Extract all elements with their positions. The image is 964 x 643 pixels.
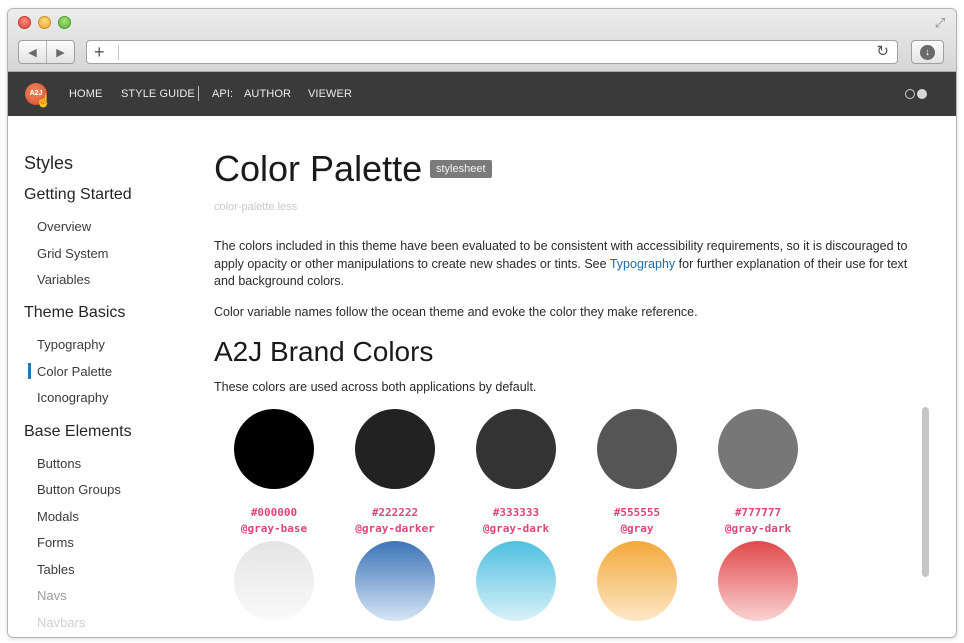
sidebar-item-modals[interactable]: Modals [37, 509, 79, 524]
swatch-variable: @gray-base [240, 522, 308, 535]
swatch-gradient-blue [355, 541, 435, 621]
nav-style-guide[interactable]: STYLE GUIDE [121, 88, 195, 100]
sidebar-item-buttons[interactable]: Buttons [37, 456, 81, 471]
sidebar-item-forms[interactable]: Forms [37, 535, 74, 550]
swatch-gradient-red [718, 541, 798, 621]
zoom-window-button[interactable] [58, 16, 71, 29]
swatch-gradient-gray [234, 541, 314, 621]
sidebar-item-navbars[interactable]: Navbars [37, 615, 85, 630]
section-description: These colors are used across both applic… [214, 380, 537, 394]
swatch-gradient-cyan [476, 541, 556, 621]
swatch-variable: @gray-darker [355, 522, 435, 535]
intro-paragraph: The colors included in this theme have b… [214, 238, 914, 291]
swatch-code: #333333 [492, 506, 540, 519]
swatch-gray-base [234, 409, 314, 489]
browser-toolbar: ⤢ ◀ ▶ + ↻ ↓ [8, 9, 956, 72]
new-tab-icon[interactable]: + [94, 42, 105, 62]
toggle-on-icon [917, 89, 927, 99]
source-filename: color-palette.less [214, 201, 298, 213]
swatch-code: #000000 [250, 506, 298, 519]
download-icon: ↓ [920, 44, 935, 60]
swatch-code: #222222 [371, 506, 419, 519]
browser-window: ⤢ ◀ ▶ + ↻ ↓ A2J ☝ HOME STYLE GUIDE API: … [7, 8, 957, 638]
forward-button[interactable]: ▶ [46, 41, 74, 63]
active-indicator [28, 363, 31, 379]
toggle-off-icon [905, 89, 915, 99]
hand-cursor-icon: ☝ [36, 94, 51, 108]
address-divider [118, 45, 119, 60]
sidebar-item-variables[interactable]: Variables [37, 272, 90, 287]
content-scrollbar[interactable] [922, 407, 929, 577]
sidebar-item-navs[interactable]: Navs [37, 588, 67, 603]
swatch-variable: @gray [620, 522, 654, 535]
swatch-gray-darker [355, 409, 435, 489]
swatch-gray-dark-2 [718, 409, 798, 489]
theme-toggle[interactable] [905, 88, 929, 100]
swatch-gray [597, 409, 677, 489]
page-title: Color Palette [214, 148, 423, 189]
site-navbar: A2J ☝ HOME STYLE GUIDE API: AUTHOR VIEWE… [8, 72, 956, 116]
swatch-code: #777777 [734, 506, 782, 519]
sidebar-item-color-palette[interactable]: Color Palette [37, 364, 112, 379]
swatch-variable: @gray-dark [724, 522, 792, 535]
reload-icon[interactable]: ↻ [876, 43, 889, 61]
sidebar-section-getting-started: Getting Started [24, 186, 132, 203]
nav-home[interactable]: HOME [69, 88, 102, 100]
address-bar[interactable]: + ↻ [86, 40, 898, 64]
nav-viewer[interactable]: VIEWER [308, 88, 352, 100]
nav-divider [198, 86, 199, 101]
sidebar-item-overview[interactable]: Overview [37, 219, 91, 234]
section-title: A2J Brand Colors [214, 336, 434, 367]
sidebar-item-button-groups[interactable]: Button Groups [37, 482, 121, 497]
nav-author[interactable]: AUTHOR [244, 88, 291, 100]
naming-paragraph: Color variable names follow the ocean th… [214, 305, 698, 319]
sidebar-section-base-elements: Base Elements [24, 423, 132, 440]
minimize-window-button[interactable] [38, 16, 51, 29]
sidebar-title: Styles [24, 153, 74, 173]
close-window-button[interactable] [18, 16, 31, 29]
swatch-variable: @gray-dark [482, 522, 550, 535]
stylesheet-badge: stylesheet [430, 160, 492, 178]
back-icon: ◀ [28, 46, 37, 59]
swatch-code: #555555 [613, 506, 661, 519]
sidebar-item-iconography[interactable]: Iconography [37, 390, 109, 405]
swatch-gradient-orange [597, 541, 677, 621]
fullscreen-icon[interactable]: ⤢ [932, 15, 948, 31]
sidebar-item-tables[interactable]: Tables [37, 562, 75, 577]
forward-icon: ▶ [56, 46, 65, 59]
history-buttons: ◀ ▶ [18, 40, 75, 64]
sidebar-section-theme-basics: Theme Basics [24, 304, 126, 321]
sidebar-item-typography[interactable]: Typography [37, 337, 105, 352]
nav-api-label: API: [212, 88, 234, 100]
swatch-gray-dark [476, 409, 556, 489]
downloads-button[interactable]: ↓ [911, 40, 944, 64]
typography-link[interactable]: Typography [610, 257, 675, 271]
sidebar-item-grid-system[interactable]: Grid System [37, 246, 109, 261]
back-button[interactable]: ◀ [19, 41, 46, 63]
